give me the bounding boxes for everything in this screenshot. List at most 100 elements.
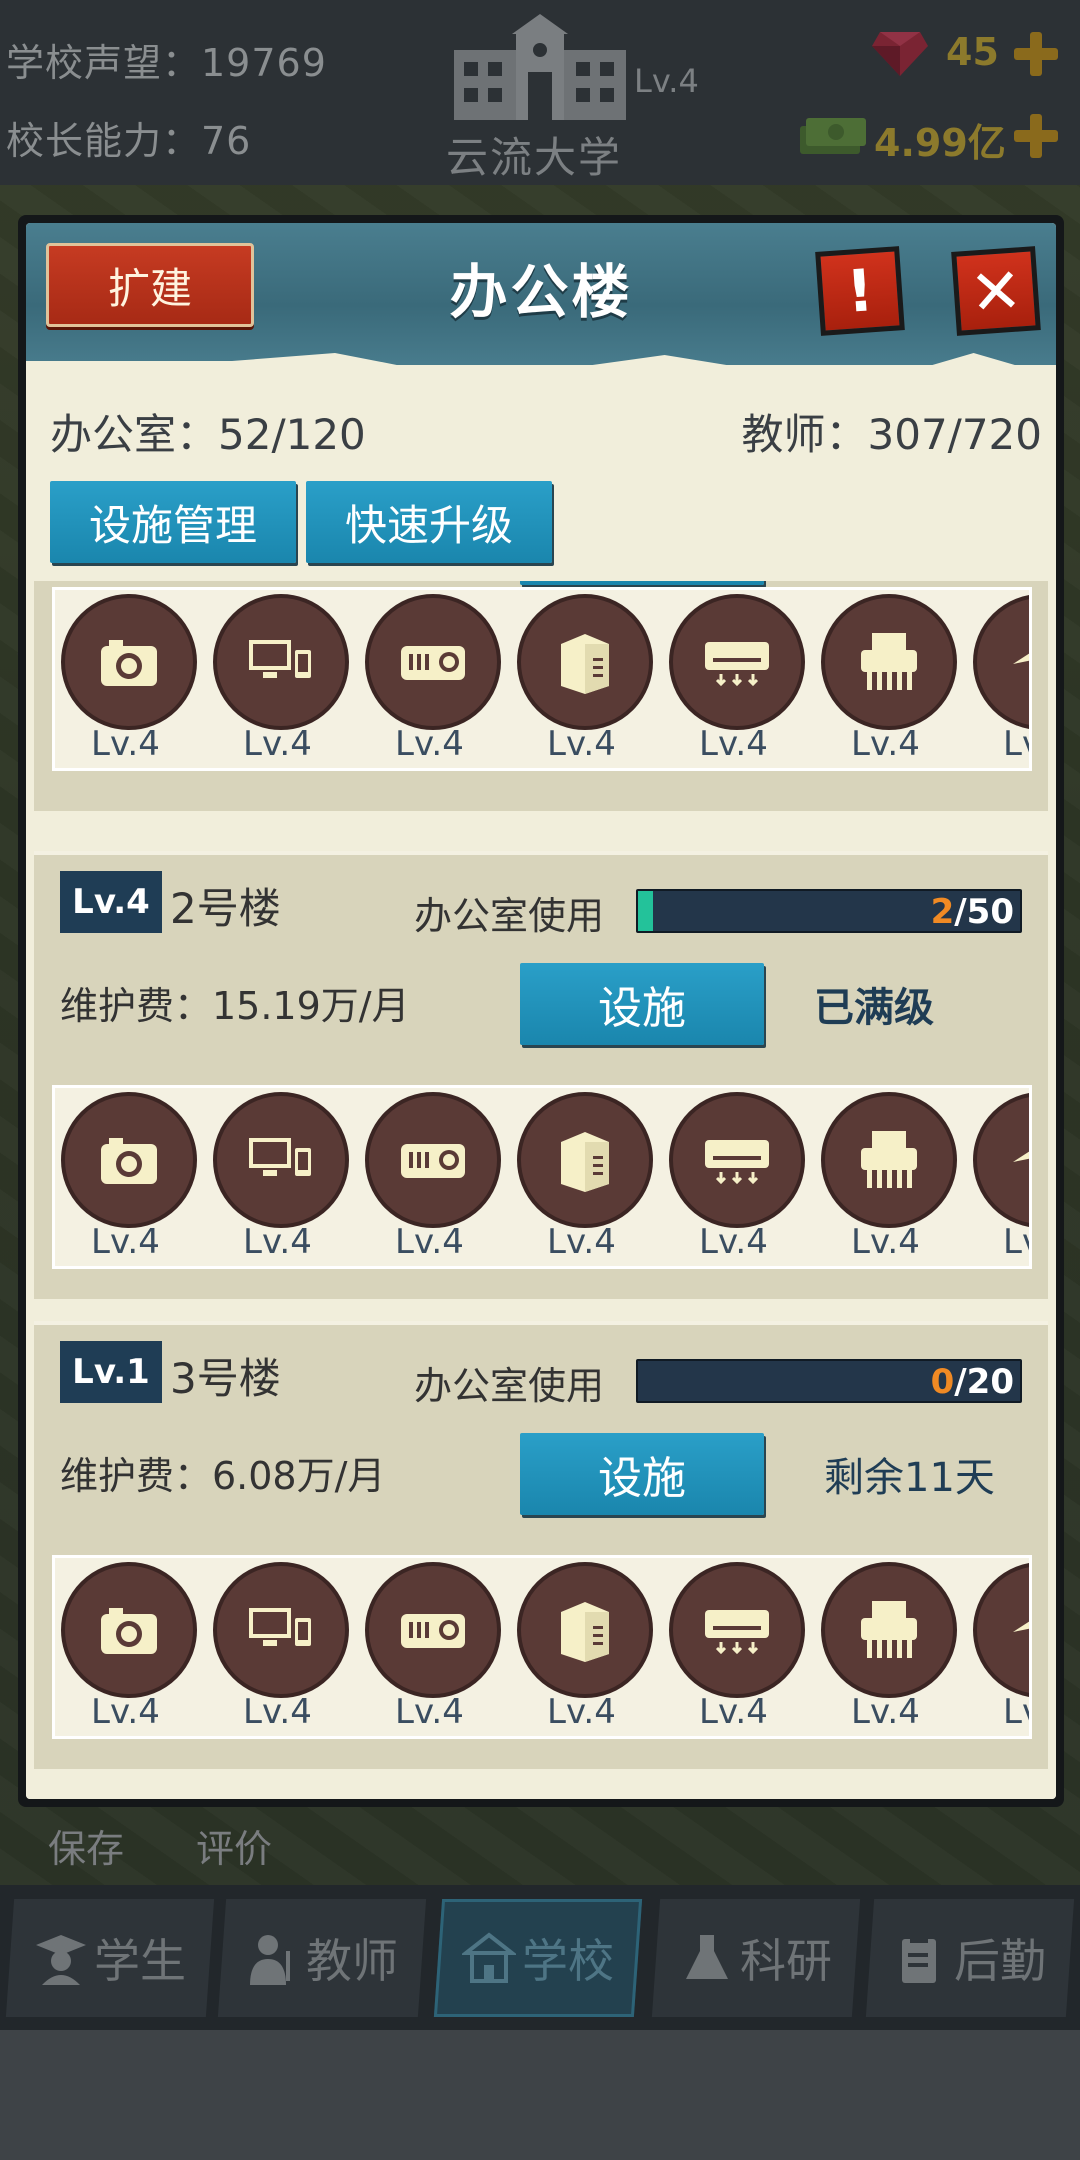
usage-current: 2	[930, 892, 955, 932]
building-status: 已满级	[814, 985, 934, 1031]
camera-icon	[61, 1562, 197, 1698]
tab-school-label: 学校	[522, 1934, 614, 1988]
tab-research[interactable]: 科研	[651, 1899, 861, 2017]
desk-lamp-icon	[973, 594, 1029, 730]
tab-teachers-label: 教师	[306, 1934, 398, 1988]
facility-item[interactable]: Lv.4	[669, 1562, 809, 1736]
facility-item[interactable]: Lv.4	[669, 594, 809, 768]
air-conditioner-icon	[669, 1092, 805, 1228]
computer-icon	[213, 1562, 349, 1698]
dialog-header: 扩建 办公楼 ! ✕	[26, 223, 1056, 373]
facility-strip[interactable]: Lv.4 Lv.4 Lv.4 Lv.4 Lv.4 Lv.4 Lv	[52, 1085, 1032, 1269]
facility-item[interactable]: Lv.4	[365, 1562, 505, 1736]
building-card: Lv.4 Lv.4 Lv.4 Lv.4 Lv.4 Lv.4 Lv	[34, 581, 1048, 811]
facility-level: Lv.4	[395, 724, 464, 764]
school-icon	[462, 1932, 516, 1983]
facility-item[interactable]: Lv	[973, 1562, 1029, 1736]
building-list[interactable]: Lv.4 Lv.4 Lv.4 Lv.4 Lv.4 Lv.4 Lv Lv.4 2号楼 办公室使…	[26, 581, 1056, 1799]
cash-count: 4.99亿	[874, 121, 1006, 165]
server-icon	[517, 594, 653, 730]
facility-item[interactable]: Lv.4	[821, 594, 961, 768]
facility-button[interactable]: 设施	[520, 963, 764, 1045]
add-cash-button[interactable]	[1012, 112, 1060, 160]
projector-icon	[365, 1092, 501, 1228]
maintenance-fee: 维护费：6.08万/月	[60, 1454, 386, 1498]
facility-item[interactable]: Lv.4	[517, 1562, 657, 1736]
facility-item[interactable]: Lv	[973, 1092, 1029, 1266]
facility-item[interactable]: Lv.4	[61, 594, 201, 768]
shredder-icon	[821, 1092, 957, 1228]
building-card: Lv.1 3号楼 办公室使用 0/20 维护费：6.08万/月 设施 剩余11天…	[34, 1321, 1048, 1769]
facility-item[interactable]: Lv.4	[821, 1562, 961, 1736]
desk-lamp-icon	[973, 1562, 1029, 1698]
facility-button[interactable]	[520, 581, 764, 585]
gem-count: 45	[946, 30, 999, 74]
facility-item[interactable]: Lv.4	[61, 1092, 201, 1266]
facility-level: Lv.4	[547, 1222, 616, 1262]
tab-logistics[interactable]: 后勤	[865, 1899, 1075, 2017]
tab-students[interactable]: 学生	[5, 1899, 215, 2017]
computer-icon	[213, 1092, 349, 1228]
usage-current: 0	[930, 1362, 955, 1402]
facility-item[interactable]: Lv	[973, 594, 1029, 768]
projector-icon	[365, 1562, 501, 1698]
facility-level: Lv	[1003, 1222, 1029, 1262]
desk-lamp-icon	[973, 1092, 1029, 1228]
student-icon	[36, 1935, 86, 1985]
usage-max: /50	[954, 892, 1014, 932]
facility-strip[interactable]: Lv.4 Lv.4 Lv.4 Lv.4 Lv.4 Lv.4 Lv	[52, 587, 1032, 771]
server-icon	[517, 1092, 653, 1228]
facility-item[interactable]: Lv.4	[517, 594, 657, 768]
camera-icon	[61, 1092, 197, 1228]
facility-level: Lv	[1003, 724, 1029, 764]
teachers-summary: 教师：307/720	[741, 410, 1042, 459]
cash-icon	[800, 118, 866, 154]
building-name: 2号楼	[170, 884, 281, 933]
facility-item[interactable]: Lv.4	[669, 1092, 809, 1266]
facility-item[interactable]: Lv.4	[517, 1092, 657, 1266]
top-status-bar: 学校声望：19769 校长能力：76 Lv.4 云流大学 45 4.99亿	[0, 0, 1080, 185]
quick-upgrade-button[interactable]: 快速升级	[306, 481, 552, 563]
facility-level: Lv.4	[91, 724, 160, 764]
maintenance-fee: 维护费：15.19万/月	[60, 984, 410, 1028]
server-icon	[517, 1562, 653, 1698]
tab-teachers[interactable]: 教师	[217, 1899, 427, 2017]
facility-item[interactable]: Lv.4	[61, 1562, 201, 1736]
office-usage-label: 办公室使用	[414, 1364, 605, 1408]
add-gems-button[interactable]	[1012, 30, 1060, 78]
office-usage-fill	[638, 891, 654, 931]
facility-level: Lv.4	[699, 1222, 768, 1262]
facility-level: Lv.4	[851, 1692, 920, 1732]
gem-icon	[872, 32, 928, 76]
facility-level: Lv.4	[243, 1692, 312, 1732]
info-alert-button[interactable]: !	[815, 246, 905, 336]
tab-logistics-label: 后勤	[954, 1934, 1046, 1988]
facility-level: Lv.4	[395, 1222, 464, 1262]
facility-level: Lv.4	[547, 724, 616, 764]
exclamation-icon: !	[844, 256, 876, 326]
facility-level: Lv	[1003, 1692, 1029, 1732]
facility-item[interactable]: Lv.4	[213, 1562, 353, 1736]
facility-item[interactable]: Lv.4	[365, 594, 505, 768]
building-card: Lv.4 2号楼 办公室使用 2/50 维护费：15.19万/月 设施 已满级 …	[34, 851, 1048, 1299]
office-usage-bar: 2/50	[636, 889, 1022, 933]
facility-item[interactable]: Lv.4	[821, 1092, 961, 1266]
facility-level: Lv.4	[547, 1692, 616, 1732]
facility-level: Lv.4	[243, 724, 312, 764]
tab-school[interactable]: 学校	[433, 1899, 643, 2017]
facility-item[interactable]: Lv.4	[213, 594, 353, 768]
facility-item[interactable]: Lv.4	[365, 1092, 505, 1266]
facility-level: Lv.4	[851, 724, 920, 764]
facility-button[interactable]: 设施	[520, 1433, 764, 1515]
shredder-icon	[821, 594, 957, 730]
rate-button[interactable]: 评价	[196, 1818, 272, 1873]
close-button[interactable]: ✕	[951, 246, 1041, 336]
facility-strip[interactable]: Lv.4 Lv.4 Lv.4 Lv.4 Lv.4 Lv.4 Lv	[52, 1555, 1032, 1739]
building-name: 3号楼	[170, 1354, 281, 1403]
principal-ability: 校长能力：76	[6, 119, 252, 163]
facility-management-button[interactable]: 设施管理	[50, 481, 296, 563]
save-button[interactable]: 保存	[48, 1818, 124, 1873]
school-reputation: 学校声望：19769	[6, 41, 327, 85]
air-conditioner-icon	[669, 1562, 805, 1698]
facility-item[interactable]: Lv.4	[213, 1092, 353, 1266]
